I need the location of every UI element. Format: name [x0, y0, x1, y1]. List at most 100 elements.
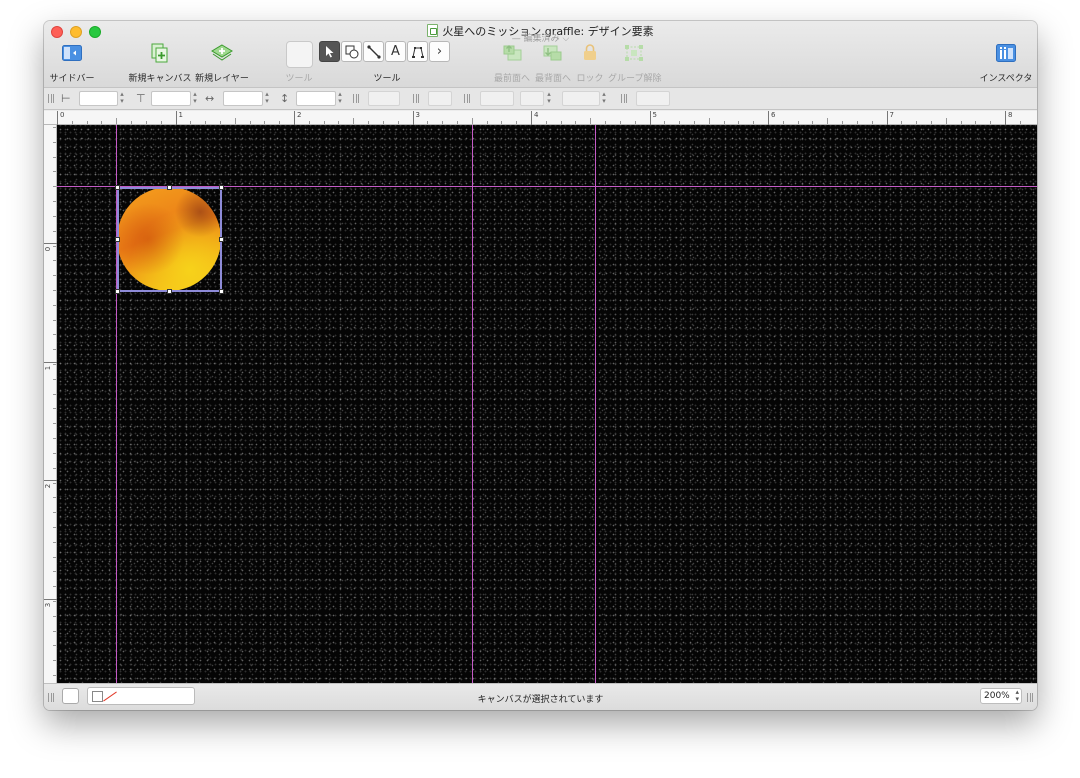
- ruler-minor-tick: [501, 121, 503, 124]
- canvas[interactable]: [57, 125, 1037, 683]
- vertical-guide[interactable]: [472, 125, 473, 683]
- shape-icon: [345, 45, 358, 58]
- ruler-minor-tick: [560, 121, 562, 124]
- ruler-minor-tick: [575, 121, 577, 124]
- lock-icon: [584, 44, 596, 60]
- send-to-back-label: 最背面へ: [534, 74, 571, 84]
- text-tool-button[interactable]: A: [385, 41, 406, 62]
- shadow-popup[interactable]: [480, 91, 514, 106]
- inspector-bar: ⊢ ▴ ▾ ⊤ ▴ ▾ ↔ ▴ ▾ ↕ ▴ ▾ ▴ ▾ ▴ ▾: [44, 88, 1037, 110]
- ruler-minor-tick: [53, 201, 56, 203]
- resize-handle[interactable]: [219, 237, 224, 242]
- ruler-minor-tick: [53, 615, 56, 617]
- stroke-color-well[interactable]: [428, 91, 452, 106]
- pen-tool-button[interactable]: [407, 41, 428, 62]
- ruler-major-tick: [294, 111, 295, 125]
- ruler-minor-tick: [53, 586, 56, 588]
- ruler-minor-tick: [53, 245, 56, 247]
- zoom-field[interactable]: 200% ▴ ▾: [980, 688, 1022, 704]
- ruler-minor-tick: [427, 121, 429, 124]
- status-text: キャンバスが選択されています: [477, 695, 604, 705]
- shape-tool-button[interactable]: [341, 41, 362, 62]
- ruler-minor-tick: [975, 121, 977, 124]
- stroke-style-stepper[interactable]: ▴ ▾: [545, 91, 553, 106]
- ruler-minor-tick: [590, 118, 592, 124]
- horizontal-ruler[interactable]: 0 1 2 3 4 5 6 7 8: [44, 111, 1037, 125]
- width-field[interactable]: [223, 91, 263, 106]
- ruler-minor-tick: [53, 215, 56, 217]
- ruler-minor-tick: [53, 156, 56, 158]
- ruler-minor-tick: [753, 121, 755, 124]
- grip-icon[interactable]: [464, 94, 470, 103]
- resize-handle[interactable]: [219, 185, 224, 190]
- height-field[interactable]: [296, 91, 336, 106]
- ruler-minor-tick: [53, 230, 56, 232]
- pattern-popup[interactable]: [636, 91, 670, 106]
- ruler-minor-tick: [397, 121, 399, 124]
- ruler-major-tick: [44, 361, 57, 363]
- resize-handle[interactable]: [115, 289, 120, 294]
- ruler-minor-tick: [53, 127, 56, 128]
- tools-label: ツール: [373, 74, 401, 84]
- vertical-guide[interactable]: [595, 125, 596, 683]
- resize-handle[interactable]: [115, 185, 120, 190]
- zoom-stepper-icon[interactable]: ▴ ▾: [1015, 689, 1019, 703]
- ruler-minor-tick: [53, 645, 56, 647]
- grip-icon[interactable]: [353, 94, 359, 103]
- ruler-minor-tick: [53, 660, 56, 662]
- stroke-style-popup[interactable]: [520, 91, 544, 106]
- ruler-minor-tick: [101, 121, 103, 124]
- style-tool-well[interactable]: [286, 41, 313, 68]
- resize-handle[interactable]: [115, 237, 120, 242]
- ruler-minor-tick: [53, 526, 56, 528]
- new-layer-label: 新規レイヤー: [195, 74, 249, 84]
- more-tools-button[interactable]: ›: [429, 41, 450, 62]
- ruler-minor-tick: [190, 121, 192, 124]
- ruler-minor-tick: [53, 186, 56, 188]
- width-stepper[interactable]: ▴ ▾: [263, 91, 271, 106]
- pen-icon: [411, 46, 424, 58]
- ruler-minor-tick: [353, 118, 355, 124]
- stroke-width-stepper[interactable]: ▴ ▾: [600, 91, 608, 106]
- ruler-minor-tick: [53, 423, 56, 425]
- ruler-minor-tick: [86, 121, 88, 124]
- ruler-major-tick: [1005, 111, 1006, 125]
- ruler-major-tick: [44, 243, 57, 244]
- ruler-minor-tick: [53, 378, 56, 380]
- stroke-width-field[interactable]: [562, 91, 600, 106]
- resize-handle[interactable]: [167, 289, 172, 294]
- inspector-icon: [996, 44, 1016, 62]
- x-position-field[interactable]: [79, 91, 118, 106]
- resize-handle[interactable]: [219, 289, 224, 294]
- vertical-ruler[interactable]: 0 1 2 3: [44, 125, 57, 683]
- resize-handle[interactable]: [167, 185, 172, 190]
- ruler-major-tick: [886, 111, 888, 125]
- ruler-minor-tick: [664, 121, 666, 124]
- grip-icon[interactable]: [48, 94, 54, 103]
- ruler-minor-tick: [53, 289, 56, 291]
- line-tool-button[interactable]: [363, 41, 384, 62]
- status-bar: キャンバスが選択されています 200% ▴ ▾: [44, 683, 1037, 710]
- ruler-minor-tick: [53, 467, 56, 469]
- ruler-number: 1: [178, 111, 183, 119]
- grip-icon[interactable]: [621, 94, 627, 103]
- ungroup-icon: [625, 45, 643, 61]
- ruler-minor-tick: [264, 121, 266, 124]
- pointer-tool-button[interactable]: [319, 41, 340, 62]
- x-position-stepper[interactable]: ▴ ▾: [118, 91, 126, 106]
- ruler-minor-tick: [990, 121, 992, 124]
- ruler-minor-tick: [456, 121, 458, 124]
- ruler-minor-tick: [619, 121, 621, 124]
- y-position-stepper[interactable]: ▴ ▾: [191, 91, 199, 106]
- ruler-minor-tick: [323, 121, 325, 124]
- height-stepper[interactable]: ▴ ▾: [336, 91, 344, 106]
- fill-popup[interactable]: [368, 91, 400, 106]
- zoom-value: 200%: [984, 691, 1010, 701]
- grip-icon[interactable]: [413, 94, 419, 103]
- ruler-minor-tick: [693, 121, 695, 124]
- text-icon: A: [391, 44, 400, 59]
- ruler-minor-tick: [797, 121, 799, 124]
- grip-icon[interactable]: [1027, 693, 1033, 702]
- selection-box: [115, 185, 224, 294]
- y-position-field[interactable]: [151, 91, 191, 106]
